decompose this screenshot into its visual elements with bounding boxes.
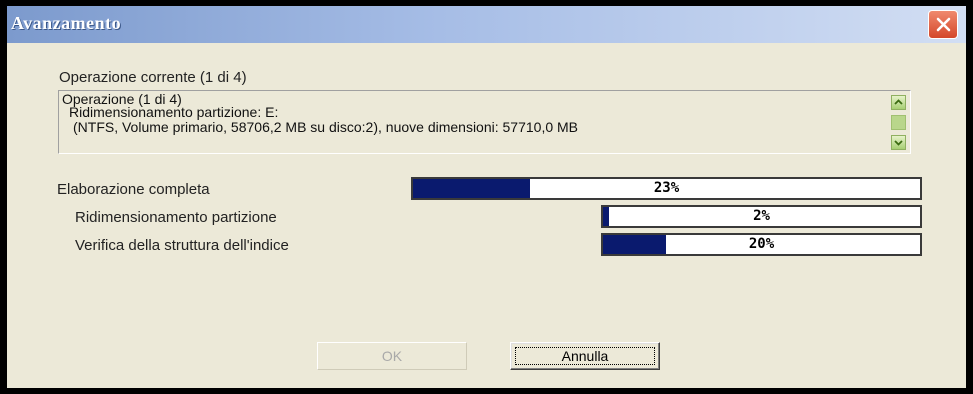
progress-dialog: Avanzamento Operazione corrente (1 di 4)…	[6, 5, 967, 389]
cancel-button-label: Annulla	[561, 348, 609, 364]
resize-progress-label: Ridimensionamento partizione	[75, 209, 277, 226]
chevron-up-icon	[894, 99, 903, 105]
cancel-button[interactable]: Annulla	[510, 342, 660, 370]
overall-progress-label: Elaborazione completa	[57, 181, 210, 198]
progress-percent: 20%	[748, 236, 775, 252]
index-check-progress-bar: 20%	[601, 233, 922, 256]
scroll-up-button[interactable]	[891, 95, 906, 110]
progress-percent: 2%	[753, 208, 770, 224]
ok-button: OK	[317, 342, 467, 370]
log-line: Ridimensionamento partizione: E:	[69, 104, 279, 120]
close-icon	[936, 17, 951, 32]
operation-log[interactable]: Operazione (1 di 4) Ridimensionamento pa…	[58, 90, 911, 154]
chevron-down-icon	[894, 140, 903, 146]
close-button[interactable]	[928, 10, 958, 39]
index-check-progress-label: Verifica della struttura dell'indice	[75, 237, 289, 254]
progress-percent: 23%	[653, 180, 680, 196]
window-title: Avanzamento	[11, 13, 122, 33]
resize-progress-bar: 2%	[601, 205, 922, 228]
scroll-thumb[interactable]	[891, 115, 906, 130]
scroll-down-button[interactable]	[891, 135, 906, 150]
title-bar[interactable]: Avanzamento	[7, 6, 966, 43]
current-operation-label: Operazione corrente (1 di 4)	[59, 69, 247, 86]
log-line: (NTFS, Volume primario, 58706,2 MB su di…	[73, 119, 579, 135]
dialog-body: Operazione corrente (1 di 4) Operazione …	[11, 43, 962, 384]
overall-progress-bar: 23%	[411, 177, 922, 200]
